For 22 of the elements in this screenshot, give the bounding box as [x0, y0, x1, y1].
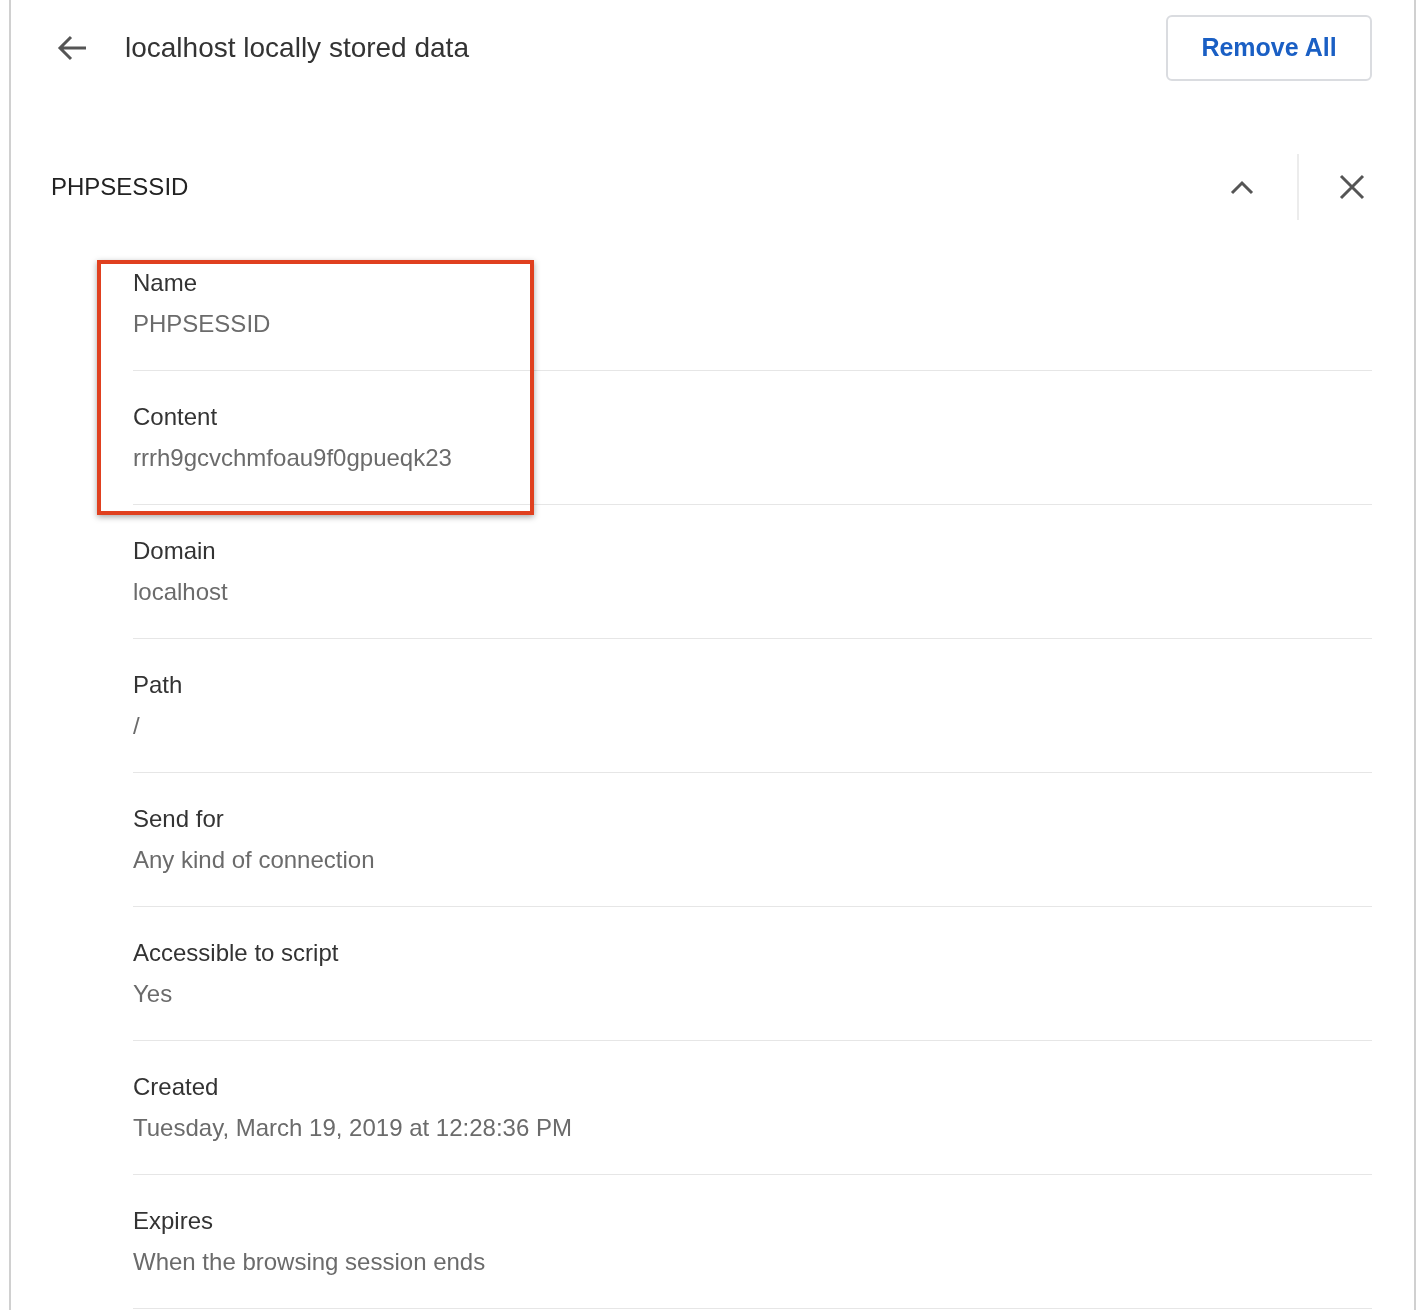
back-arrow-icon: [56, 33, 88, 62]
close-icon: [1339, 174, 1365, 200]
remove-all-button[interactable]: Remove All: [1166, 14, 1372, 81]
field-label: Name: [133, 270, 198, 296]
cookie-name: PHPSESSID: [51, 172, 189, 202]
page-title: localhost locally stored data: [125, 30, 469, 65]
field-value: rrrh9gcvchmfoau9f0gpueqk23: [133, 445, 452, 471]
field-label: Domain: [133, 538, 216, 564]
field-value: When the browsing session ends: [133, 1249, 486, 1275]
field-value: localhost: [133, 579, 228, 605]
field-label: Path: [133, 672, 183, 698]
field-value: Tuesday, March 19, 2019 at 12:28:36 PM: [133, 1115, 572, 1141]
field-label: Created: [133, 1074, 219, 1100]
field-label: Content: [133, 404, 218, 430]
field-value: Any kind of connection: [133, 847, 375, 873]
field-value: /: [133, 713, 140, 739]
field-value: PHPSESSID: [133, 311, 271, 337]
field-label: Expires: [133, 1208, 214, 1234]
field-label: Send for: [133, 806, 224, 832]
chevron-up-icon: [1230, 179, 1254, 195]
field-label: Accessible to script: [133, 940, 339, 966]
field-value: Yes: [133, 981, 173, 1007]
